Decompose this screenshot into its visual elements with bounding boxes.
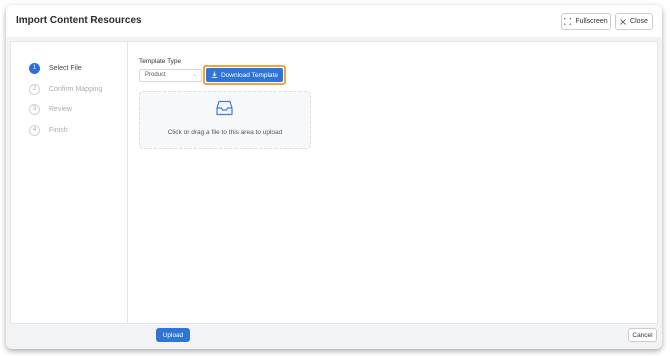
download-template-button[interactable]: Download Template [206, 68, 283, 82]
dialog-title: Import Content Resources [16, 15, 142, 26]
template-type-select[interactable]: Product ⌄ [139, 69, 202, 82]
inbox-icon [216, 100, 233, 121]
import-dialog: Import Content Resources Fullscreen Clos… [6, 5, 662, 349]
dropzone-text: Click or drag a file to this area to upl… [167, 129, 283, 136]
chevron-down-icon: ⌄ [191, 72, 197, 78]
fullscreen-button[interactable]: Fullscreen [561, 13, 611, 30]
step-label: Finish [49, 126, 68, 134]
step-review[interactable]: 3 Review [29, 103, 72, 115]
close-button[interactable]: Close [615, 13, 653, 30]
step-finish[interactable]: 4 Finish [29, 124, 68, 136]
dialog-header: Import Content Resources Fullscreen Clos… [6, 5, 662, 37]
download-template-label: Download Template [221, 71, 278, 79]
step-select-file[interactable]: 1 Select File [29, 62, 82, 74]
template-type-value: Product [145, 72, 166, 78]
dialog-body: 1 Select File 2 Confirm Mapping 3 Review… [10, 41, 658, 324]
step-label: Select File [49, 64, 82, 72]
step-label: Review [49, 105, 72, 113]
step-number: 3 [29, 103, 40, 115]
cancel-button[interactable]: Cancel [628, 328, 657, 342]
dialog-footer: Upload Cancel [6, 324, 662, 349]
upload-dropzone[interactable]: Click or drag a file to this area to upl… [139, 91, 311, 149]
main-panel: Template Type Product ⌄ Download Templat… [129, 42, 657, 323]
close-icon [620, 18, 626, 25]
steps-sidebar: 1 Select File 2 Confirm Mapping 3 Review… [11, 42, 128, 323]
step-confirm-mapping[interactable]: 2 Confirm Mapping [29, 83, 102, 95]
template-type-label: Template Type [139, 58, 182, 65]
close-label: Close [630, 18, 648, 25]
step-number: 2 [29, 83, 40, 95]
step-label: Confirm Mapping [49, 85, 103, 93]
fullscreen-icon [564, 18, 572, 25]
download-icon [211, 71, 218, 80]
fullscreen-label: Fullscreen [575, 18, 608, 25]
upload-button[interactable]: Upload [156, 328, 190, 342]
step-number: 1 [29, 62, 40, 74]
step-number: 4 [29, 124, 40, 136]
